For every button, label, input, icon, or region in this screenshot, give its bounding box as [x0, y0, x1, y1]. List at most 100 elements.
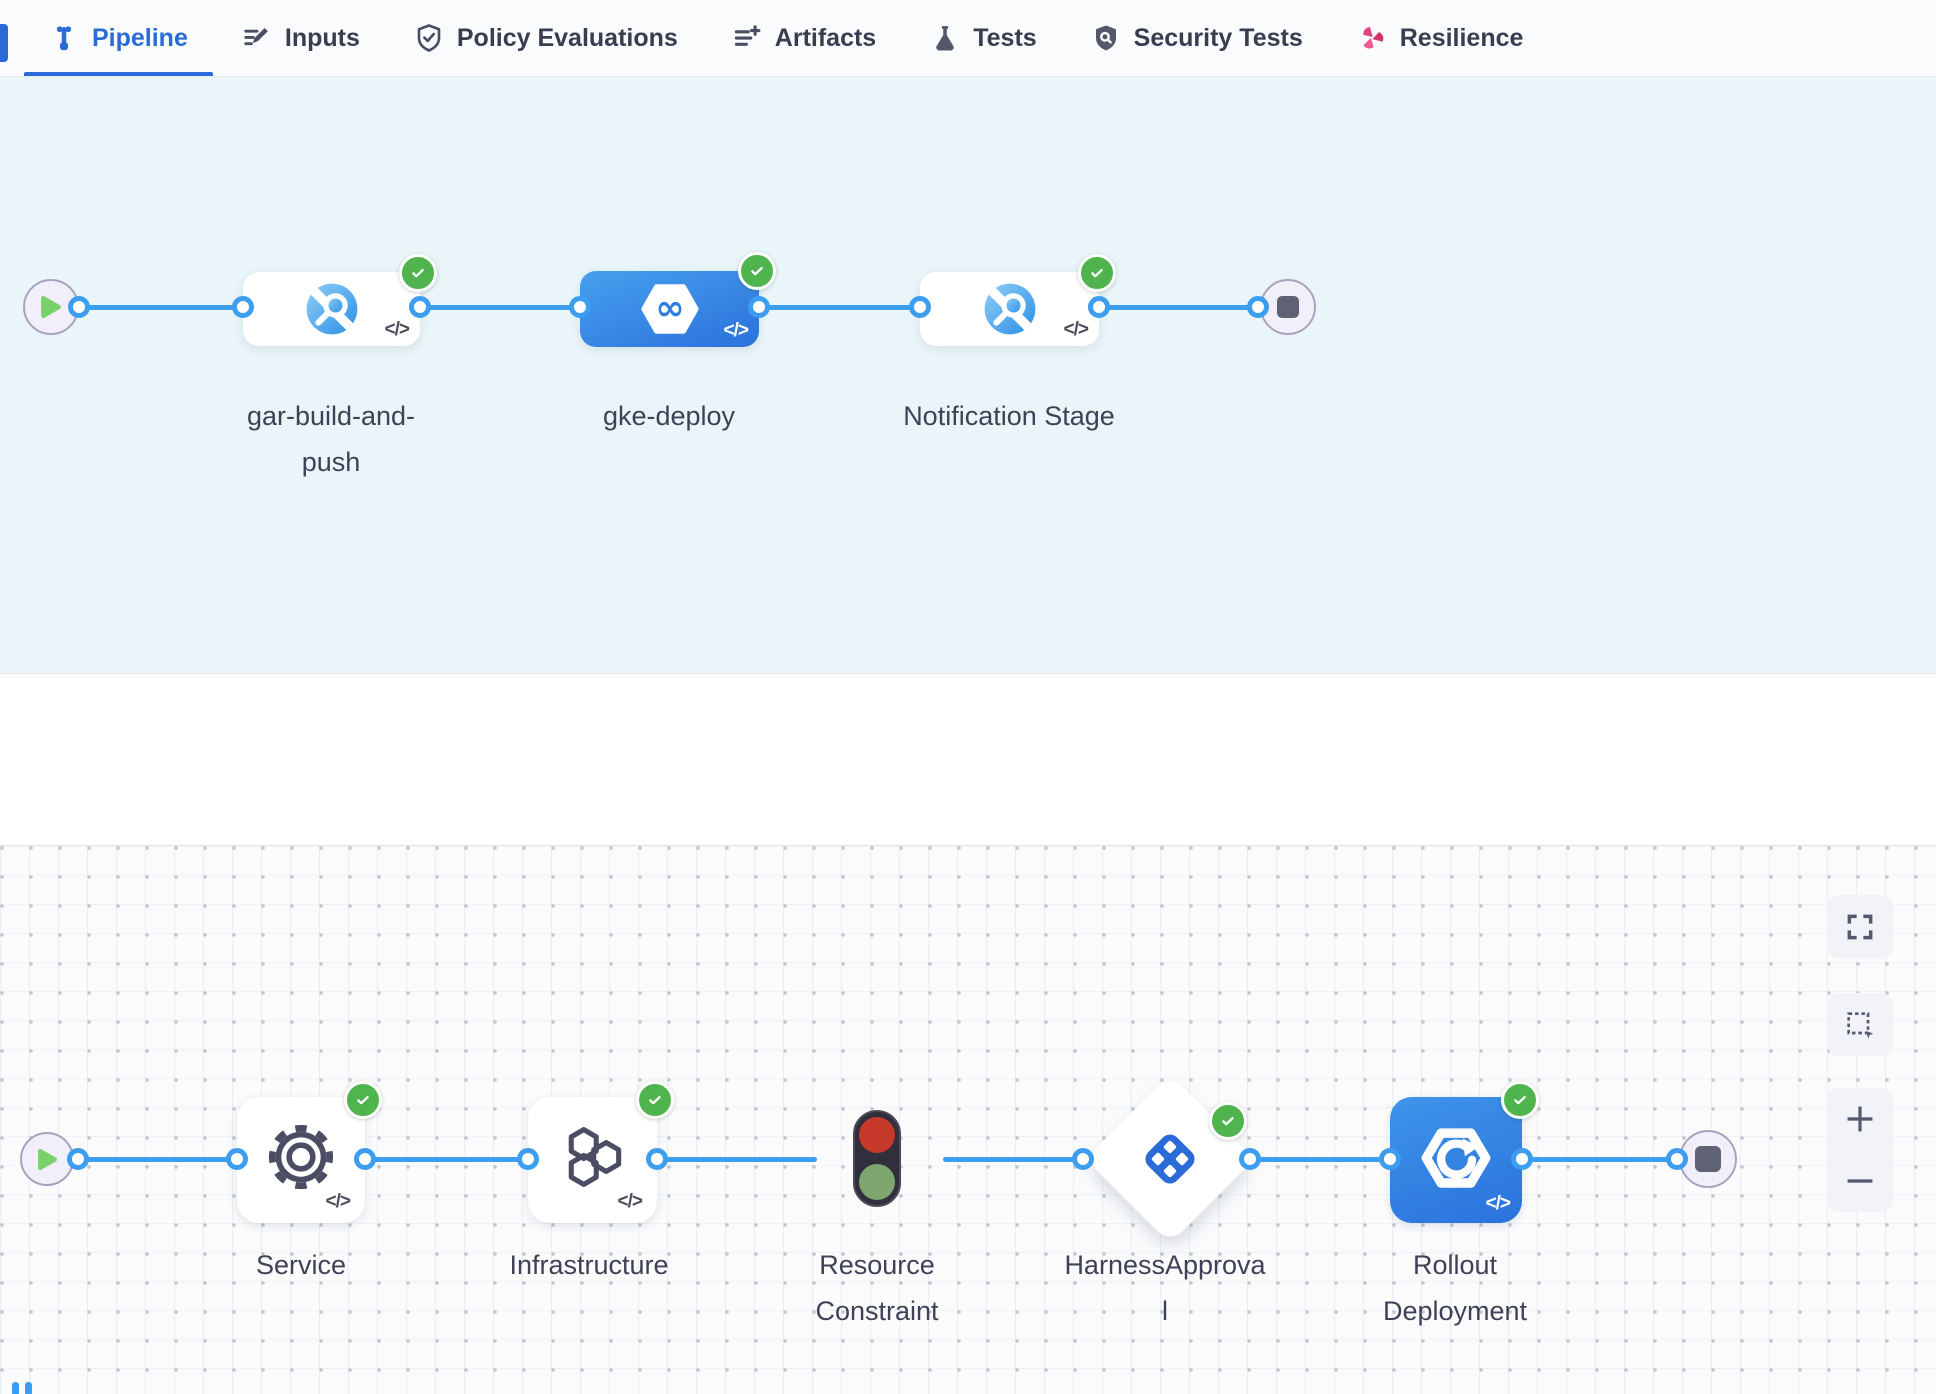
- select-region-button[interactable]: [1827, 993, 1893, 1056]
- tab-label: Pipeline: [92, 24, 188, 53]
- stage-node-gke-deploy[interactable]: ∞ </>: [580, 271, 759, 347]
- pipeline-execution-page: Pipeline Inputs Policy Evaluations: [0, 0, 1936, 1394]
- stage-label[interactable]: Notification Stage: [899, 393, 1119, 439]
- connector-line: [1522, 1157, 1677, 1162]
- step-label[interactable]: Service: [191, 1242, 411, 1288]
- tab-inputs[interactable]: Inputs: [215, 0, 387, 76]
- step-node-rollout-deployment[interactable]: </>: [1390, 1097, 1522, 1223]
- step-label[interactable]: HarnessApproval: [1062, 1242, 1268, 1334]
- inputs-icon: [242, 23, 272, 53]
- zoom-in-icon[interactable]: [1843, 1102, 1877, 1136]
- code-badge: </>: [724, 320, 748, 342]
- success-check-icon: [738, 252, 776, 290]
- code-badge: </>: [326, 1191, 350, 1213]
- pipeline-icon: [49, 23, 79, 53]
- code-badge: </>: [385, 319, 409, 341]
- stop-icon: [1277, 296, 1299, 318]
- connector-dot: [517, 1148, 539, 1170]
- connector-line: [759, 305, 920, 310]
- connector-dot: [909, 296, 931, 318]
- connector-dot: [409, 296, 431, 318]
- connector-dot: [1072, 1148, 1094, 1170]
- connector-line: [943, 1157, 1083, 1162]
- connector-dot: [1379, 1148, 1401, 1170]
- connector-dot: [748, 296, 770, 318]
- list-plus-icon: [732, 23, 762, 53]
- connector-dot: [1239, 1148, 1261, 1170]
- tab-resilience[interactable]: Resilience: [1330, 0, 1551, 76]
- connector-dot: [226, 1148, 248, 1170]
- tab-label: Inputs: [285, 24, 360, 53]
- code-badge: </>: [618, 1191, 642, 1213]
- shield-check-icon: [414, 23, 444, 53]
- tab-label: Artifacts: [775, 24, 876, 53]
- step-node-service[interactable]: </>: [237, 1097, 365, 1223]
- connector-dot: [1247, 296, 1269, 318]
- gear-icon: [265, 1121, 337, 1193]
- build-stage-icon: [304, 281, 360, 337]
- tab-tests[interactable]: Tests: [903, 0, 1063, 76]
- play-icon: [40, 295, 62, 319]
- tab-label: Security Tests: [1134, 24, 1303, 53]
- zoom-controls: [1827, 1088, 1893, 1212]
- hexagons-icon: [556, 1120, 630, 1194]
- start-node: [20, 1132, 74, 1186]
- play-icon: [37, 1148, 58, 1171]
- marquee-select-icon: [1844, 1009, 1876, 1041]
- tab-artifacts[interactable]: Artifacts: [705, 0, 903, 76]
- stop-icon: [1695, 1146, 1721, 1172]
- svg-text:∞: ∞: [655, 289, 684, 329]
- fullscreen-icon: [1844, 911, 1876, 943]
- stage-graph-canvas: </> ∞ </> </>: [0, 77, 1936, 673]
- step-node-resource-constraint[interactable]: [853, 1110, 901, 1207]
- fullscreen-button[interactable]: [1827, 895, 1893, 958]
- stage-detail-bar: gke-deploy Started at: 12/27/2023, 1:47:…: [0, 673, 1936, 846]
- step-label[interactable]: Rollout Deployment: [1345, 1242, 1565, 1334]
- tab-security-tests[interactable]: Security Tests: [1064, 0, 1330, 76]
- connector-dot: [67, 1148, 89, 1170]
- step-label[interactable]: Infrastructure: [479, 1242, 699, 1288]
- stage-label[interactable]: gke-deploy: [559, 393, 779, 439]
- code-badge: </>: [1486, 1193, 1510, 1215]
- step-label[interactable]: Resource Constraint: [767, 1242, 987, 1334]
- stage-node-notification-stage[interactable]: </>: [920, 272, 1099, 346]
- tab-label: Tests: [973, 24, 1036, 53]
- connector-line: [78, 1157, 237, 1162]
- step-node-infrastructure[interactable]: </>: [528, 1097, 657, 1223]
- flask-icon: [930, 23, 960, 53]
- zoom-out-icon[interactable]: [1843, 1164, 1877, 1198]
- custom-stage-icon: [982, 281, 1038, 337]
- connector-dot: [1511, 1148, 1533, 1170]
- traffic-green-light: [859, 1164, 895, 1200]
- connector-line: [365, 1157, 528, 1162]
- success-check-icon: [1209, 1102, 1247, 1140]
- connector-dot: [646, 1148, 668, 1170]
- success-check-icon: [344, 1081, 382, 1119]
- execution-graph-canvas: </> </>: [0, 846, 1936, 1394]
- success-check-icon: [399, 254, 437, 292]
- connector-dot: [354, 1148, 376, 1170]
- connector-dot: [1666, 1148, 1688, 1170]
- success-check-icon: [1501, 1081, 1539, 1119]
- pinwheel-icon: [1357, 23, 1387, 53]
- connector-dot: [1088, 296, 1110, 318]
- connector-line: [1099, 305, 1258, 310]
- connector-dot: [232, 296, 254, 318]
- partial-node: [12, 1382, 19, 1394]
- stage-node-gar-build-and-push[interactable]: </>: [243, 272, 420, 346]
- tab-label: Policy Evaluations: [457, 24, 678, 53]
- shield-search-icon: [1091, 23, 1121, 53]
- success-check-icon: [1078, 254, 1116, 292]
- tab-label: Resilience: [1400, 24, 1524, 53]
- tab-policy-evaluations[interactable]: Policy Evaluations: [387, 0, 705, 76]
- connector-line: [420, 305, 580, 310]
- partial-node: [25, 1382, 32, 1394]
- code-badge: </>: [1064, 319, 1088, 341]
- traffic-red-light: [859, 1117, 895, 1153]
- left-edge-accent: [0, 24, 8, 62]
- deploy-stage-icon: ∞: [639, 278, 701, 340]
- rollout-icon: [1418, 1120, 1494, 1196]
- stage-label[interactable]: gar-build-and-push: [221, 393, 441, 485]
- tab-pipeline[interactable]: Pipeline: [22, 0, 215, 76]
- tab-bar: Pipeline Inputs Policy Evaluations: [0, 0, 1936, 77]
